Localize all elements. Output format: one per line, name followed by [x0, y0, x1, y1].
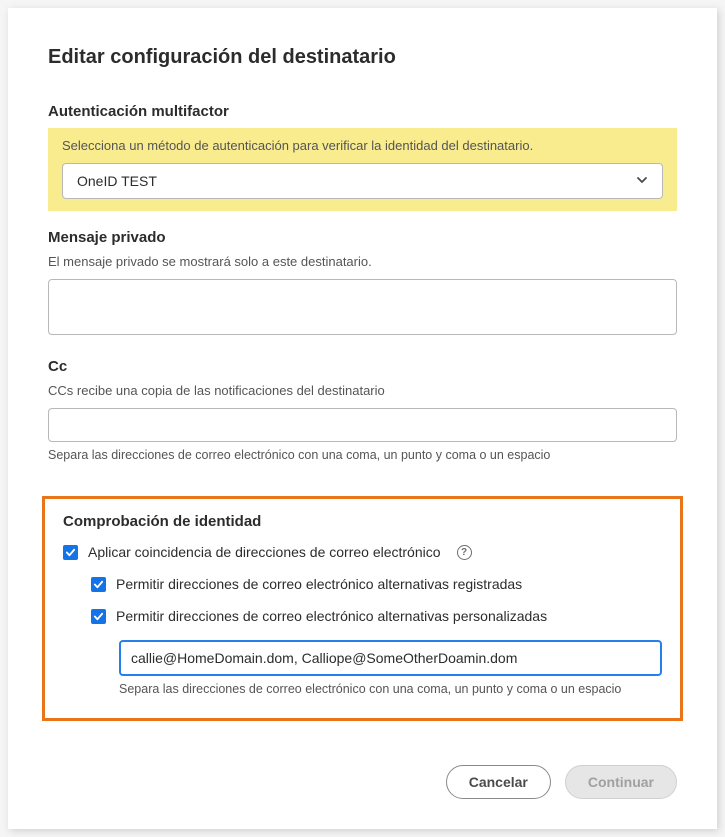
- continue-button[interactable]: Continuar: [565, 765, 677, 799]
- private-message-label: Mensaje privado: [48, 229, 677, 246]
- private-message-input[interactable]: [48, 279, 677, 335]
- cancel-button[interactable]: Cancelar: [446, 765, 551, 799]
- allow-registered-label: Permitir direcciones de correo electróni…: [116, 576, 522, 592]
- custom-emails-input[interactable]: [119, 640, 662, 676]
- mfa-label: Autenticación multifactor: [48, 103, 677, 120]
- enforce-email-match-checkbox[interactable]: [63, 545, 78, 560]
- mfa-method-dropdown[interactable]: OneID TEST: [62, 163, 663, 199]
- identity-verification-section: Comprobación de identidad Aplicar coinci…: [42, 496, 683, 721]
- recipient-settings-dialog: Editar configuración del destinatario Au…: [8, 8, 717, 829]
- cancel-button-label: Cancelar: [469, 774, 528, 790]
- cc-section: Cc CCs recibe una copia de las notificac…: [48, 358, 677, 462]
- dialog-footer: Cancelar Continuar: [48, 765, 677, 799]
- mfa-section: Autenticación multifactor Selecciona un …: [48, 103, 677, 211]
- allow-custom-row: Permitir direcciones de correo electróni…: [91, 608, 662, 624]
- allow-custom-checkbox[interactable]: [91, 609, 106, 624]
- allow-custom-label: Permitir direcciones de correo electróni…: [116, 608, 547, 624]
- custom-emails-footnote: Separa las direcciones de correo electró…: [119, 682, 662, 696]
- private-message-section: Mensaje privado El mensaje privado se mo…: [48, 229, 677, 340]
- cc-label: Cc: [48, 358, 677, 375]
- checkmark-icon: [93, 579, 104, 590]
- dialog-title: Editar configuración del destinatario: [48, 46, 677, 69]
- info-icon[interactable]: ?: [457, 545, 472, 560]
- cc-input[interactable]: [48, 408, 677, 442]
- allow-registered-checkbox[interactable]: [91, 577, 106, 592]
- cc-footnote: Separa las direcciones de correo electró…: [48, 448, 677, 462]
- continue-button-label: Continuar: [588, 774, 654, 790]
- cc-help: CCs recibe una copia de las notificacion…: [48, 383, 677, 398]
- checkmark-icon: [93, 611, 104, 622]
- mfa-highlight: Selecciona un método de autenticación pa…: [48, 128, 677, 211]
- custom-emails-row: Separa las direcciones de correo electró…: [119, 640, 662, 696]
- checkmark-icon: [65, 547, 76, 558]
- enforce-email-match-row: Aplicar coincidencia de direcciones de c…: [63, 544, 662, 560]
- allow-registered-row: Permitir direcciones de correo electróni…: [91, 576, 662, 592]
- identity-label: Comprobación de identidad: [63, 513, 662, 530]
- mfa-selected-value: OneID TEST: [77, 173, 157, 189]
- chevron-down-icon: [636, 173, 648, 189]
- private-message-help: El mensaje privado se mostrará solo a es…: [48, 254, 677, 269]
- enforce-email-match-label: Aplicar coincidencia de direcciones de c…: [88, 544, 441, 560]
- mfa-help: Selecciona un método de autenticación pa…: [62, 138, 663, 153]
